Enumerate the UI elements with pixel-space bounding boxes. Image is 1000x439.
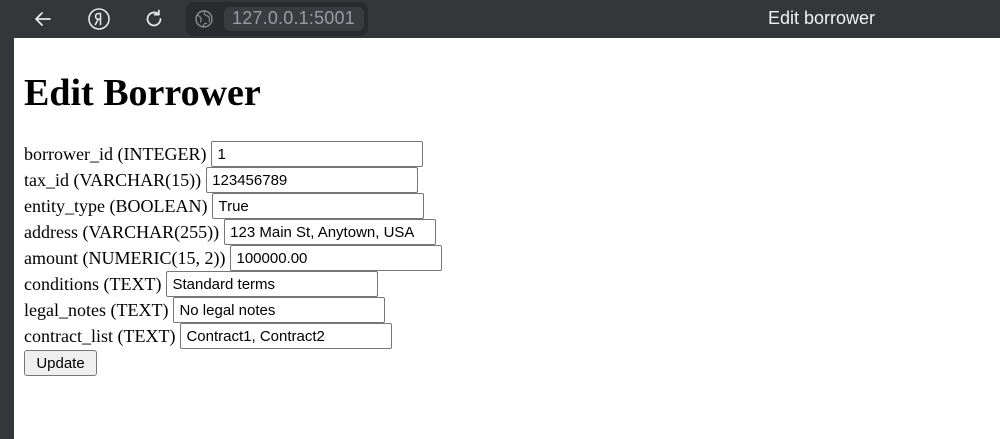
borrower-form: borrower_id (INTEGER) tax_id (VARCHAR(15… [24, 141, 443, 376]
entity-type-label: entity_type (BOOLEAN) [24, 195, 208, 216]
reload-button[interactable] [140, 5, 168, 33]
reload-icon [146, 9, 162, 27]
form-row-borrower-id: borrower_id (INTEGER) [24, 141, 442, 167]
browser-side-strip [0, 38, 14, 439]
form-row-contract-list: contract_list (TEXT) [24, 323, 442, 349]
form-row-entity-type: entity_type (BOOLEAN) [24, 193, 442, 219]
form-row-conditions: conditions (TEXT) [24, 271, 442, 297]
form-row-address: address (VARCHAR(255)) [24, 219, 442, 245]
address-label: address (VARCHAR(255)) [24, 221, 220, 242]
page-title: Edit Borrower [24, 72, 261, 114]
globe-icon [195, 10, 213, 28]
conditions-input[interactable] [166, 271, 379, 297]
borrower-id-input[interactable] [211, 141, 424, 167]
address-input[interactable] [224, 219, 437, 245]
legal-notes-input[interactable] [173, 297, 386, 323]
back-button[interactable] [29, 5, 57, 33]
amount-input[interactable] [230, 245, 443, 271]
yandex-icon [88, 8, 110, 30]
form-row-legal-notes: legal_notes (TEXT) [24, 297, 442, 323]
form-row-tax-id: tax_id (VARCHAR(15)) [24, 167, 442, 193]
form-row-submit: Update [24, 350, 442, 376]
form-row-amount: amount (NUMERIC(15, 2)) [24, 245, 443, 271]
conditions-label: conditions (TEXT) [24, 273, 162, 294]
back-arrow-icon [35, 12, 51, 26]
amount-label: amount (NUMERIC(15, 2)) [24, 247, 226, 268]
address-bar[interactable]: 127.0.0.1:5001 [186, 2, 368, 36]
tax-id-label: tax_id (VARCHAR(15)) [24, 169, 202, 190]
borrower-id-label: borrower_id (INTEGER) [24, 143, 207, 164]
tax-id-input[interactable] [206, 167, 419, 193]
contract-list-input[interactable] [180, 323, 393, 349]
legal-notes-label: legal_notes (TEXT) [24, 299, 169, 320]
entity-type-input[interactable] [212, 193, 425, 219]
contract-list-label: contract_list (TEXT) [24, 325, 176, 346]
tab-title: Edit borrower [768, 8, 876, 28]
url-text[interactable]: 127.0.0.1:5001 [232, 8, 355, 29]
update-button[interactable]: Update [24, 350, 97, 376]
browser-toolbar: 127.0.0.1:5001 Edit borrower [0, 0, 1000, 38]
yandex-button[interactable] [85, 5, 113, 33]
